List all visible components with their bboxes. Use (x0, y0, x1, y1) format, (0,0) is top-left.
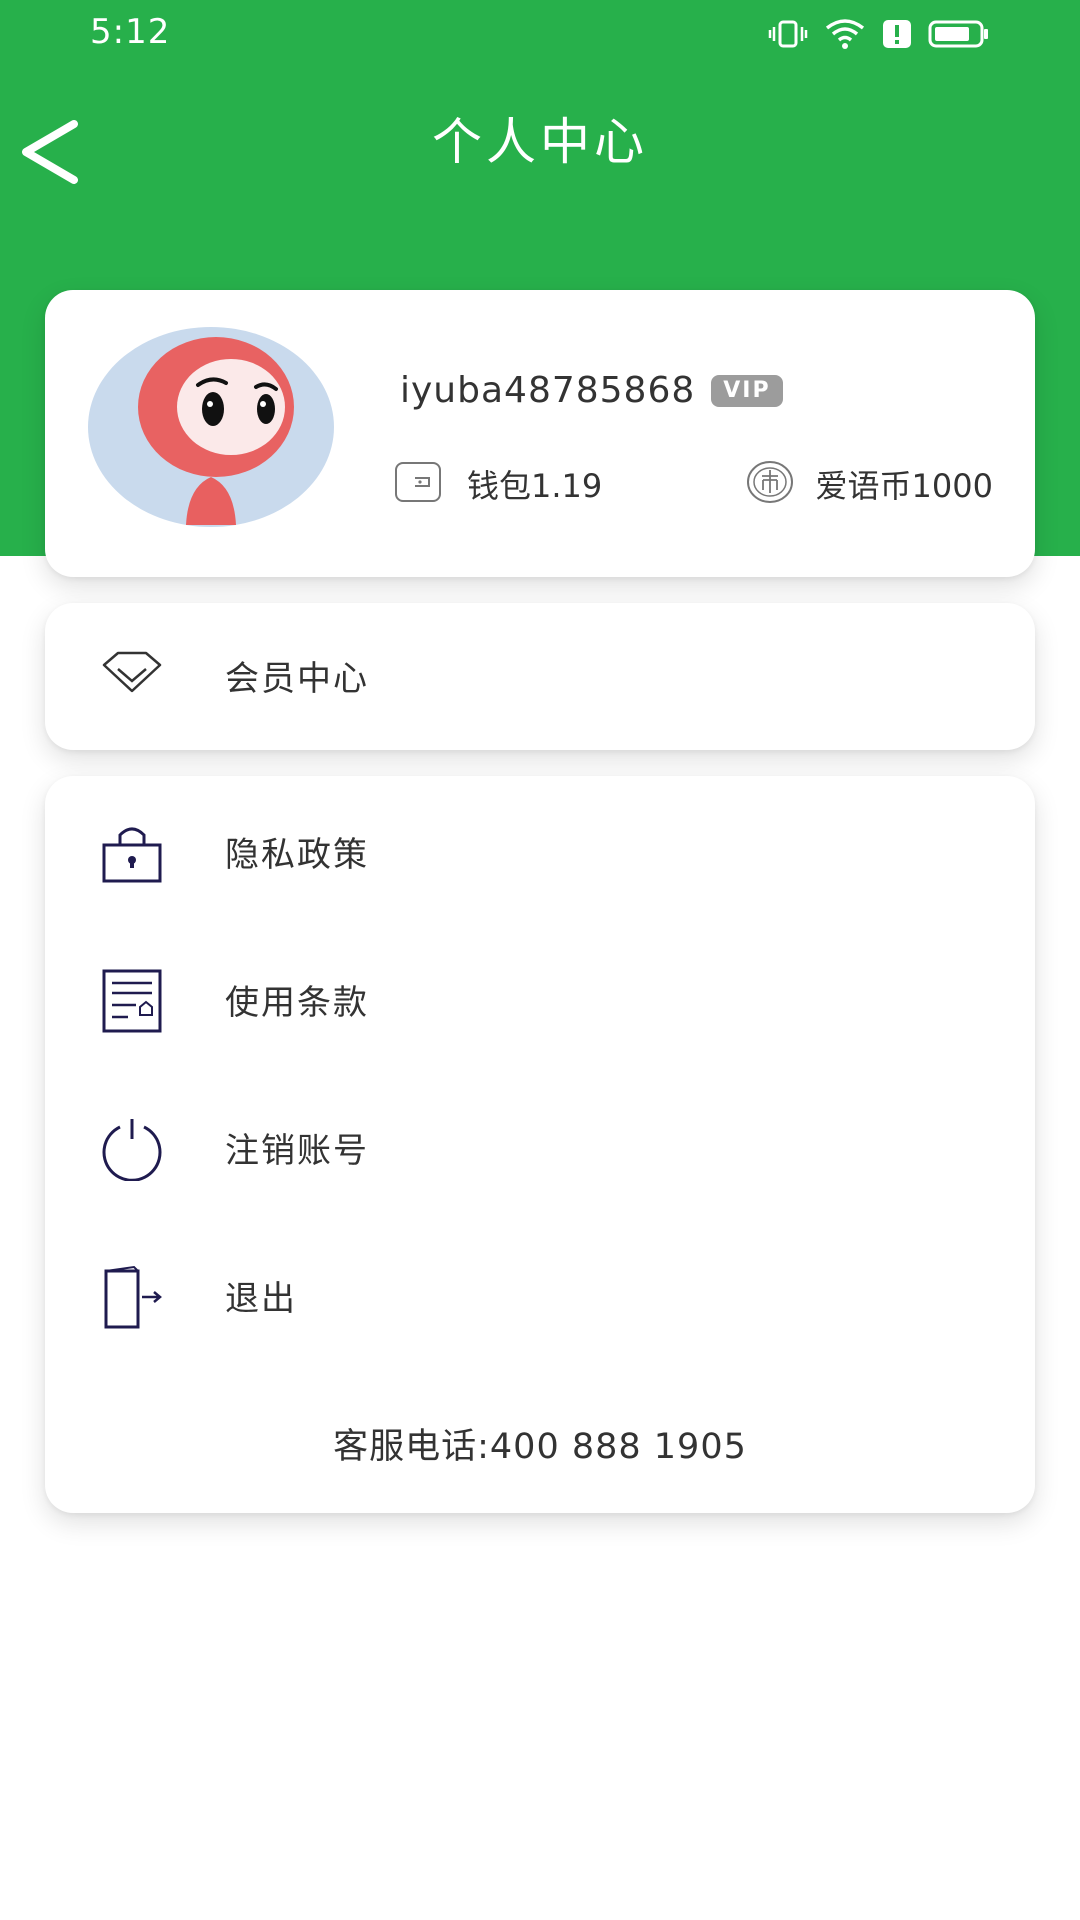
power-icon (100, 1117, 164, 1182)
service-phone[interactable]: 客服电话:400 888 1905 (45, 1418, 1035, 1469)
document-icon (100, 969, 164, 1033)
wallet-balance: 钱包1.19 (467, 467, 603, 505)
alert-icon (882, 19, 912, 49)
wifi-icon (824, 18, 866, 50)
member-center-item[interactable]: 会员中心 (45, 615, 1035, 735)
username-row: iyuba48785868 VIP (400, 370, 783, 411)
menu-item-terms-of-use[interactable]: 使用条款 (45, 939, 1035, 1059)
coins-entry[interactable]: 爱语币1000 (746, 460, 993, 508)
member-center-label: 会员中心 (225, 659, 369, 699)
profile-card: iyuba48785868 VIP 钱包1.19 爱语币1000 (45, 290, 1035, 577)
member-center-card: 会员中心 (45, 603, 1035, 750)
menu-item-logout[interactable]: 退出 (45, 1235, 1035, 1355)
avatar[interactable] (88, 327, 334, 527)
chevron-left-icon (10, 120, 90, 194)
diamond-icon (100, 645, 164, 709)
vip-badge: VIP (711, 374, 783, 407)
menu-item-privacy-policy[interactable]: 隐私政策 (45, 791, 1035, 911)
vibrate-icon (768, 19, 808, 49)
page-title: 个人中心 (432, 113, 648, 171)
wallet-entry[interactable]: 钱包1.19 (393, 460, 602, 508)
status-icons (768, 16, 990, 52)
menu-item-label: 使用条款 (225, 983, 369, 1023)
menu-item-label: 注销账号 (225, 1131, 369, 1171)
coins-balance: 爱语币1000 (815, 467, 993, 505)
menu-card: 隐私政策 使用条款 注销账号 退出 客服电话:400 888 1905 (45, 776, 1035, 1513)
lock-icon (100, 821, 164, 885)
logout-icon (100, 1265, 164, 1329)
menu-item-label: 退出 (225, 1279, 297, 1319)
coin-icon (746, 460, 794, 508)
app-bar: 个人中心 (0, 70, 1080, 204)
username: iyuba48785868 (400, 370, 696, 411)
status-bar: 5:12 (0, 0, 1080, 70)
menu-item-delete-account[interactable]: 注销账号 (45, 1087, 1035, 1207)
status-time: 5:12 (90, 12, 171, 52)
wallet-icon (393, 460, 443, 508)
battery-icon (928, 19, 990, 49)
menu-item-label: 隐私政策 (225, 835, 369, 875)
